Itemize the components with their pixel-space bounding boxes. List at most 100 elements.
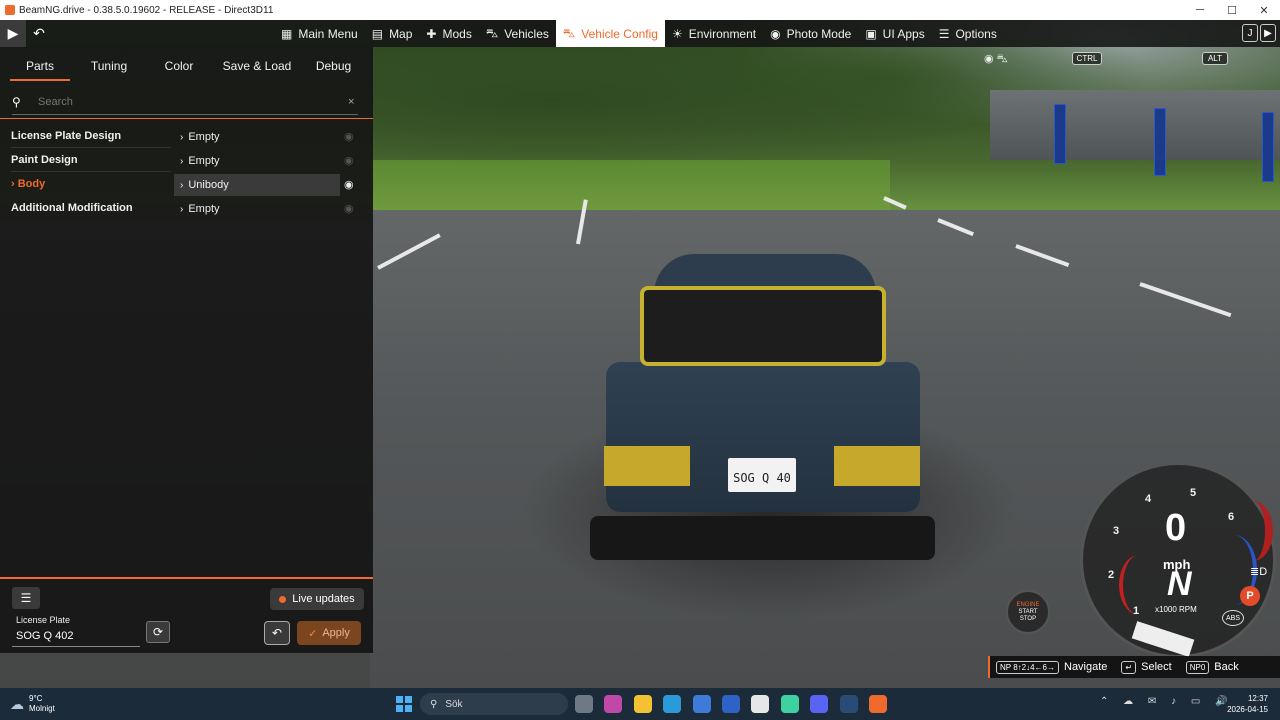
part-select-additional-modification[interactable]: › Empty bbox=[174, 198, 340, 220]
clock-time: 12:37 bbox=[1247, 694, 1268, 703]
chrome-icon[interactable] bbox=[751, 695, 770, 713]
chevron-right-icon: › bbox=[180, 131, 184, 143]
part-name-label: Body bbox=[17, 178, 46, 190]
rpm-label: x1000 RPM bbox=[1155, 605, 1197, 614]
part-value: Unibody bbox=[188, 179, 229, 191]
car-rear-window bbox=[640, 286, 886, 366]
steam-icon[interactable] bbox=[839, 695, 858, 713]
tab-debug[interactable]: Debug bbox=[294, 47, 373, 85]
randomize-plate-button[interactable]: ⟳ bbox=[146, 621, 170, 643]
check-icon: ✓ bbox=[308, 627, 318, 640]
store-icon[interactable] bbox=[692, 695, 711, 713]
menu-ui-apps[interactable]: ▣ UI Apps bbox=[858, 20, 931, 47]
menu-label: Photo Mode bbox=[786, 26, 852, 41]
weather-desc: Molnigt bbox=[29, 704, 55, 713]
license-plate-input[interactable] bbox=[12, 625, 140, 647]
tab-tuning[interactable]: Tuning bbox=[80, 47, 138, 85]
clock-date: 2026-04-15 bbox=[1227, 705, 1268, 714]
discord-icon[interactable] bbox=[810, 695, 829, 713]
menu-options[interactable]: ☰ Options bbox=[932, 20, 1004, 47]
tab-save-load[interactable]: Save & Load bbox=[220, 47, 294, 85]
menu-environment[interactable]: ☀ Environment bbox=[665, 20, 763, 47]
apps-icon: ▣ bbox=[865, 26, 877, 41]
weather-widget[interactable]: ☁ 9°C Molnigt bbox=[10, 694, 55, 714]
eye-icon[interactable]: ◉ bbox=[344, 202, 354, 215]
minimize-button[interactable]: ─ bbox=[1184, 0, 1216, 20]
navigate-label: Navigate bbox=[1064, 661, 1108, 673]
vehicle-config-panel: Parts Tuning Color Save & Load Debug ⚲ ×… bbox=[0, 47, 373, 653]
menu-label: Vehicles bbox=[504, 26, 549, 41]
part-row-body: › Body › Unibody ◉ bbox=[0, 174, 373, 196]
camera-view-icons[interactable]: ◉ ⛍ bbox=[984, 52, 1008, 67]
part-row-additional-modification: Additional Modification › Empty ◉ bbox=[0, 198, 373, 220]
garage-building bbox=[990, 90, 1280, 160]
part-name[interactable]: › Body bbox=[11, 178, 45, 190]
menu-label: UI Apps bbox=[882, 26, 925, 41]
sun-icon: ☀ bbox=[671, 26, 683, 41]
menu-vehicle-config[interactable]: ⛍ Vehicle Config bbox=[555, 20, 665, 47]
config-tabs: Parts Tuning Color Save & Load Debug bbox=[0, 47, 373, 85]
part-select-license-plate-design[interactable]: › Empty bbox=[174, 126, 340, 148]
clear-search-icon[interactable]: × bbox=[348, 96, 358, 108]
live-updates-toggle[interactable]: Live updates bbox=[270, 588, 364, 610]
tail-light-left bbox=[604, 446, 690, 486]
vehicle: SOG Q 40 bbox=[590, 250, 935, 580]
weather-text: 9°C Molnigt bbox=[29, 694, 55, 714]
tail-light-right bbox=[834, 446, 920, 486]
car-icon: ⛍ bbox=[485, 25, 499, 40]
menu-label: Main Menu bbox=[298, 26, 358, 41]
play-button[interactable]: ▶ bbox=[0, 20, 26, 47]
part-select-body[interactable]: › Unibody bbox=[174, 174, 340, 196]
back-button[interactable]: ↶ bbox=[26, 20, 52, 47]
menu-vehicles[interactable]: ⛍ Vehicles bbox=[479, 20, 556, 47]
key-j-icon[interactable]: J bbox=[1242, 24, 1258, 42]
tab-color[interactable]: Color bbox=[138, 47, 220, 85]
options-icon: ☰ bbox=[938, 26, 950, 41]
edge-icon[interactable] bbox=[663, 695, 682, 713]
eye-icon[interactable]: ◉ bbox=[344, 154, 354, 167]
copilot-icon[interactable] bbox=[604, 695, 623, 713]
windows-start-button[interactable] bbox=[396, 696, 412, 712]
menu-map[interactable]: ▤ Map bbox=[365, 20, 420, 47]
search-input[interactable] bbox=[30, 95, 348, 108]
speedometer-gauge: 1 2 3 4 5 6 0 mph N x1000 RPM bbox=[1080, 462, 1276, 658]
topbar-right-buttons: J ▶ bbox=[1242, 24, 1276, 42]
apply-button[interactable]: ✓ Apply bbox=[297, 621, 361, 645]
eye-icon[interactable]: ◉ bbox=[344, 178, 354, 191]
task-view-icon[interactable] bbox=[575, 695, 593, 713]
eye-icon[interactable]: ◉ bbox=[344, 130, 354, 143]
window-title: BeamNG.drive - 0.38.5.0.19602 - RELEASE … bbox=[19, 4, 274, 16]
chevron-right-icon: › bbox=[180, 155, 184, 167]
tab-parts[interactable]: Parts bbox=[0, 47, 80, 85]
play-forward-icon[interactable]: ▶ bbox=[1260, 24, 1276, 42]
back-label: Back bbox=[1214, 661, 1239, 673]
app-icon[interactable] bbox=[780, 695, 799, 713]
flag-banner bbox=[1054, 104, 1066, 164]
menu-label: Map bbox=[389, 26, 413, 41]
beamng-icon[interactable] bbox=[869, 695, 887, 713]
menu-mods[interactable]: ✚ Mods bbox=[419, 20, 478, 47]
search-icon: ⚲ bbox=[12, 94, 21, 109]
maximize-button[interactable]: ☐ bbox=[1216, 0, 1248, 20]
undo-button[interactable]: ↶ bbox=[264, 621, 290, 645]
taskbar-clock[interactable]: 12:37 2026-04-15 bbox=[1224, 693, 1268, 715]
top-menu-bar: ▶ ↶ ▦ Main Menu ▤ Map ✚ Mods ⛍ Vehicles ⛍ Veh… bbox=[0, 20, 1280, 47]
system-tray-icons[interactable]: ⌃ ☁ ✉ ♪ ▭ 🔊 bbox=[1100, 696, 1234, 707]
menu-main-menu[interactable]: ▦ Main Menu bbox=[274, 20, 365, 47]
part-row-license-plate-design: License Plate Design › Empty ◉ bbox=[0, 126, 373, 148]
list-menu-button[interactable]: ☰ bbox=[12, 587, 40, 609]
close-button[interactable]: ✕ bbox=[1248, 0, 1280, 20]
controller-hints-bar: NP 8↑2↓4←6→ Navigate ↵ Select NP0 Back bbox=[988, 656, 1280, 678]
taskbar-search[interactable]: ⚲ Sök bbox=[420, 693, 568, 715]
menu-label: Mods bbox=[442, 26, 472, 41]
menu-photo-mode[interactable]: ◉ Photo Mode bbox=[763, 20, 858, 47]
window-titlebar: BeamNG.drive - 0.38.5.0.19602 - RELEASE … bbox=[0, 0, 1280, 20]
search-divider bbox=[0, 118, 373, 119]
rpm-tick-5: 5 bbox=[1190, 487, 1197, 499]
file-explorer-icon[interactable] bbox=[633, 695, 652, 713]
chevron-right-icon: › bbox=[180, 203, 184, 215]
engine-start-stop-button[interactable]: ENGINE START STOP bbox=[1006, 590, 1050, 634]
part-select-paint-design[interactable]: › Empty bbox=[174, 150, 340, 172]
mail-icon[interactable] bbox=[722, 695, 740, 713]
speed-readout: 0 bbox=[1165, 507, 1187, 549]
